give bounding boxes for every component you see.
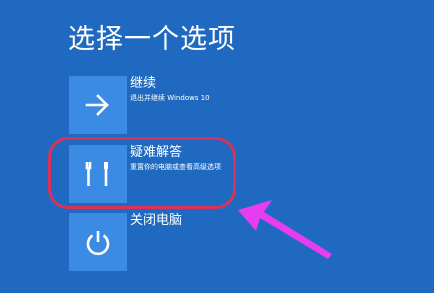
continue-description: 退出并继续 Windows 10	[130, 94, 210, 102]
shutdown-option[interactable]: 关闭电脑	[69, 213, 329, 271]
arrow-right-icon	[85, 94, 109, 116]
power-icon	[86, 231, 110, 256]
troubleshoot-tile[interactable]	[69, 145, 127, 203]
tools-icon	[85, 162, 108, 186]
continue-label: 继续	[130, 76, 157, 91]
continue-option[interactable]: 继续 退出并继续 Windows 10	[69, 76, 329, 134]
page-title: 选择一个选项	[68, 24, 236, 55]
continue-tile[interactable]	[69, 76, 127, 134]
troubleshoot-option[interactable]: 疑难解答 重置你的电脑或查看高级选项	[69, 145, 329, 203]
troubleshoot-description: 重置你的电脑或查看高级选项	[130, 163, 221, 171]
shutdown-tile[interactable]	[69, 213, 127, 271]
shutdown-label: 关闭电脑	[130, 213, 183, 228]
troubleshoot-label: 疑难解答	[130, 145, 183, 160]
